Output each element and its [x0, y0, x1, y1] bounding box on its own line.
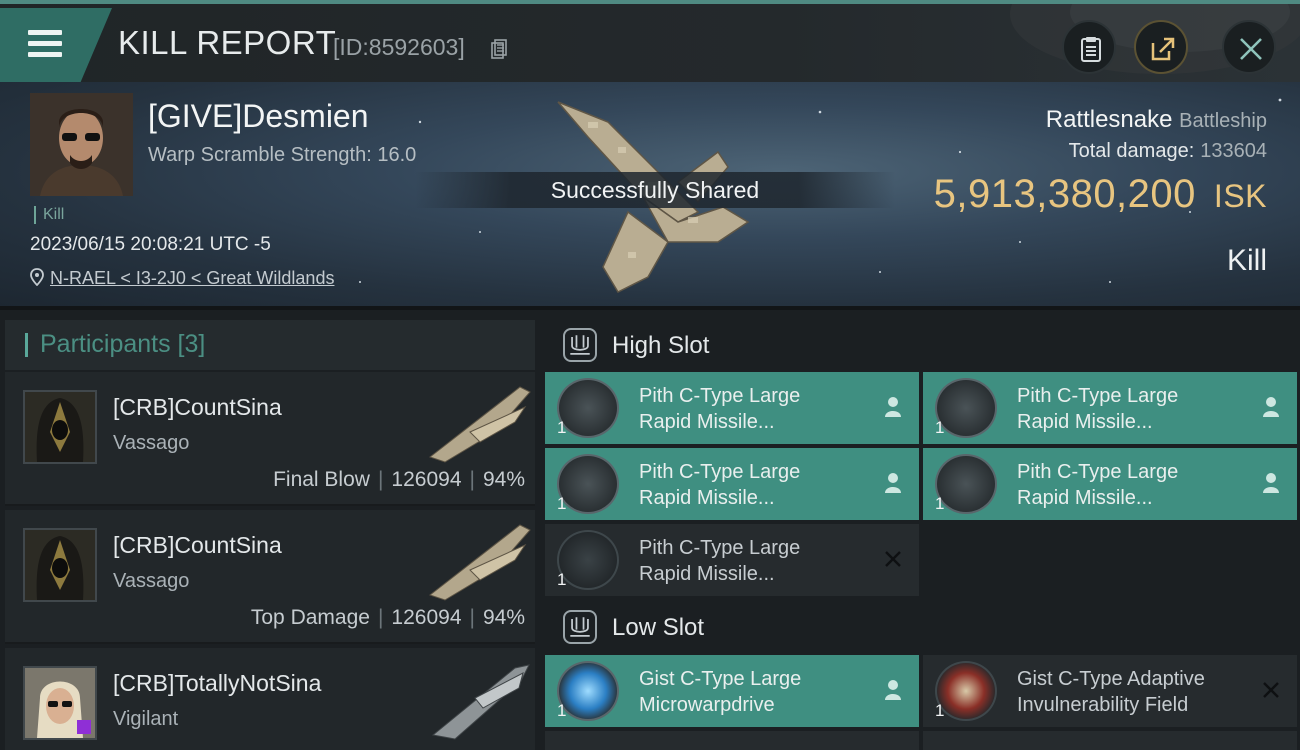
victim-ship-type: Rattlesnake Battleship: [1046, 106, 1267, 134]
participant-card[interactable]: [CRB]CountSina Vassago Final Blow | 126094…: [5, 372, 535, 506]
location-link[interactable]: N-RAEL < I3-2J0 < Great Wildlands: [50, 268, 334, 288]
module-name: Pith C-Type Large Rapid Missile...: [639, 385, 801, 433]
participants-panel: Participants [3] [CRB]CountSina Vassago …: [0, 306, 540, 750]
fittings-panel: High Slot 1 Pith C-Type Large Rapid Missi…: [540, 306, 1300, 750]
victim-portrait: [30, 93, 133, 196]
participant-ship-image: [431, 664, 530, 740]
total-damage-value: 133604: [1200, 140, 1267, 162]
participant-card[interactable]: [CRB]TotallyNotSina Vigilant: [5, 648, 535, 750]
dropped-person-icon: [1263, 397, 1279, 417]
module-qty: 1: [935, 494, 945, 513]
module-name: Pith C-Type Large Rapid Missile...: [639, 461, 801, 509]
module-qty: 1: [935, 418, 945, 437]
participant-avatar: [23, 528, 97, 602]
module-name: Pith C-Type Large Rapid Missile...: [1017, 385, 1179, 433]
ship-class: Battleship: [1179, 110, 1267, 132]
isk-value: 5,913,380,200 ISK: [934, 172, 1267, 217]
participant-stats: Top Damage | 126094 | 94%: [250, 606, 525, 629]
module-qty: 1: [557, 701, 567, 720]
high-slot-header: High Slot: [545, 316, 1300, 372]
module-item[interactable]: 1 Gist C-Type Large Microwarpdrive: [545, 655, 919, 727]
low-slot-title: Low Slot: [612, 614, 705, 641]
clipboard-icon: [1081, 37, 1101, 62]
high-slot-icon: [563, 328, 597, 362]
total-damage-label: Total damage:: [1068, 140, 1195, 162]
participant-ship: Vassago: [113, 432, 190, 454]
top-bar: KILL REPORT [ID:8592603]: [0, 0, 1300, 82]
page-title: KILL REPORT: [118, 24, 337, 61]
participant-stats: Final Blow | 126094 | 94%: [273, 468, 525, 491]
participant-ship-image: [428, 524, 531, 601]
module-item[interactable]: 1 Pith C-Type Large Rapid Missile...: [923, 448, 1297, 520]
module-name: Gist C-Type Large Microwarpdrive: [639, 668, 802, 716]
module-item-partial[interactable]: [545, 731, 919, 750]
location-pin-icon: [30, 268, 44, 287]
participant-avatar: [23, 390, 97, 464]
participant-ship: Vigilant: [113, 708, 179, 730]
ship-name[interactable]: Rattlesnake: [1046, 106, 1173, 133]
module-qty: 1: [557, 494, 567, 513]
participant-name: [CRB]CountSina: [113, 394, 282, 420]
module-item[interactable]: 1 Pith C-Type Large Rapid Missile...: [545, 372, 919, 444]
participant-role: Final Blow: [273, 468, 370, 491]
menu-button[interactable]: [0, 8, 112, 82]
participant-damage: 126094: [391, 468, 462, 491]
dropped-person-icon: [1263, 473, 1279, 493]
hamburger-icon: [28, 30, 62, 58]
low-slot-header: Low Slot: [545, 598, 1300, 654]
module-item[interactable]: 1 Gist C-Type Adaptive Invulnerability Fi…: [923, 655, 1297, 727]
module-name: Pith C-Type Large Rapid Missile...: [1017, 461, 1179, 509]
high-slot-title: High Slot: [612, 332, 710, 359]
dropped-person-icon: [885, 680, 901, 700]
shared-toast: Successfully Shared: [415, 172, 895, 208]
kill-tag: Kill: [34, 206, 64, 224]
module-item-partial[interactable]: [923, 731, 1297, 750]
low-slot-icon: [563, 610, 597, 644]
participant-name: [CRB]TotallyNotSina: [113, 670, 322, 696]
participant-avatar: [23, 666, 97, 740]
module-qty: 1: [557, 570, 567, 589]
close-icon: [1240, 38, 1262, 60]
kill-result: Kill: [1226, 244, 1267, 277]
participants-header: Participants [3]: [5, 320, 535, 370]
share-button[interactable]: [1134, 20, 1188, 74]
kill-location[interactable]: N-RAEL < I3-2J0 < Great Wildlands: [30, 268, 334, 289]
destroyed-x-icon: [885, 551, 901, 567]
participants-title: Participants [3]: [40, 330, 206, 358]
participant-name: [CRB]CountSina: [113, 532, 282, 558]
participant-damage: 126094: [391, 606, 462, 629]
total-damage: Total damage: 133604: [1069, 140, 1267, 163]
close-button[interactable]: [1222, 20, 1276, 74]
header-accent: [25, 333, 28, 357]
module-item[interactable]: 1 Pith C-Type Large Rapid Missile...: [923, 372, 1297, 444]
victim-panel: [GIVE]Desmien Warp Scramble Strength: 16…: [0, 82, 1300, 306]
dropped-person-icon: [885, 397, 901, 417]
warp-scramble-strength: Warp Scramble Strength: 16.0: [148, 144, 417, 166]
share-icon: [1151, 37, 1175, 61]
participant-card[interactable]: [CRB]CountSina Vassago Top Damage | 126094…: [5, 510, 535, 644]
module-name: Pith C-Type Large Rapid Missile...: [639, 537, 801, 585]
participant-percent: 94%: [482, 606, 525, 629]
destroyed-x-icon: [1263, 682, 1279, 698]
module-qty: 1: [935, 701, 945, 720]
copy-icon[interactable]: [491, 39, 507, 59]
isk-unit: ISK: [1213, 178, 1267, 214]
report-id: [ID:8592603]: [333, 34, 465, 60]
clipboard-button[interactable]: [1062, 20, 1116, 74]
participant-ship-image: [428, 386, 531, 463]
dropped-person-icon: [885, 473, 901, 493]
victim-avatar[interactable]: [30, 93, 133, 196]
module-item[interactable]: 1 Pith C-Type Large Rapid Missile...: [545, 448, 919, 520]
isk-amount: 5,913,380,200: [933, 172, 1196, 216]
victim-name[interactable]: [GIVE]Desmien: [148, 98, 369, 135]
module-item[interactable]: 1 Pith C-Type Large Rapid Missile...: [545, 524, 919, 596]
participant-role: Top Damage: [250, 606, 370, 629]
kill-timestamp: 2023/06/15 20:08:21 UTC -5: [30, 234, 271, 255]
module-qty: 1: [557, 418, 567, 437]
module-name: Gist C-Type Adaptive Invulnerability Fiel…: [1017, 668, 1205, 716]
participant-ship: Vassago: [113, 570, 190, 592]
participant-percent: 94%: [482, 468, 525, 491]
